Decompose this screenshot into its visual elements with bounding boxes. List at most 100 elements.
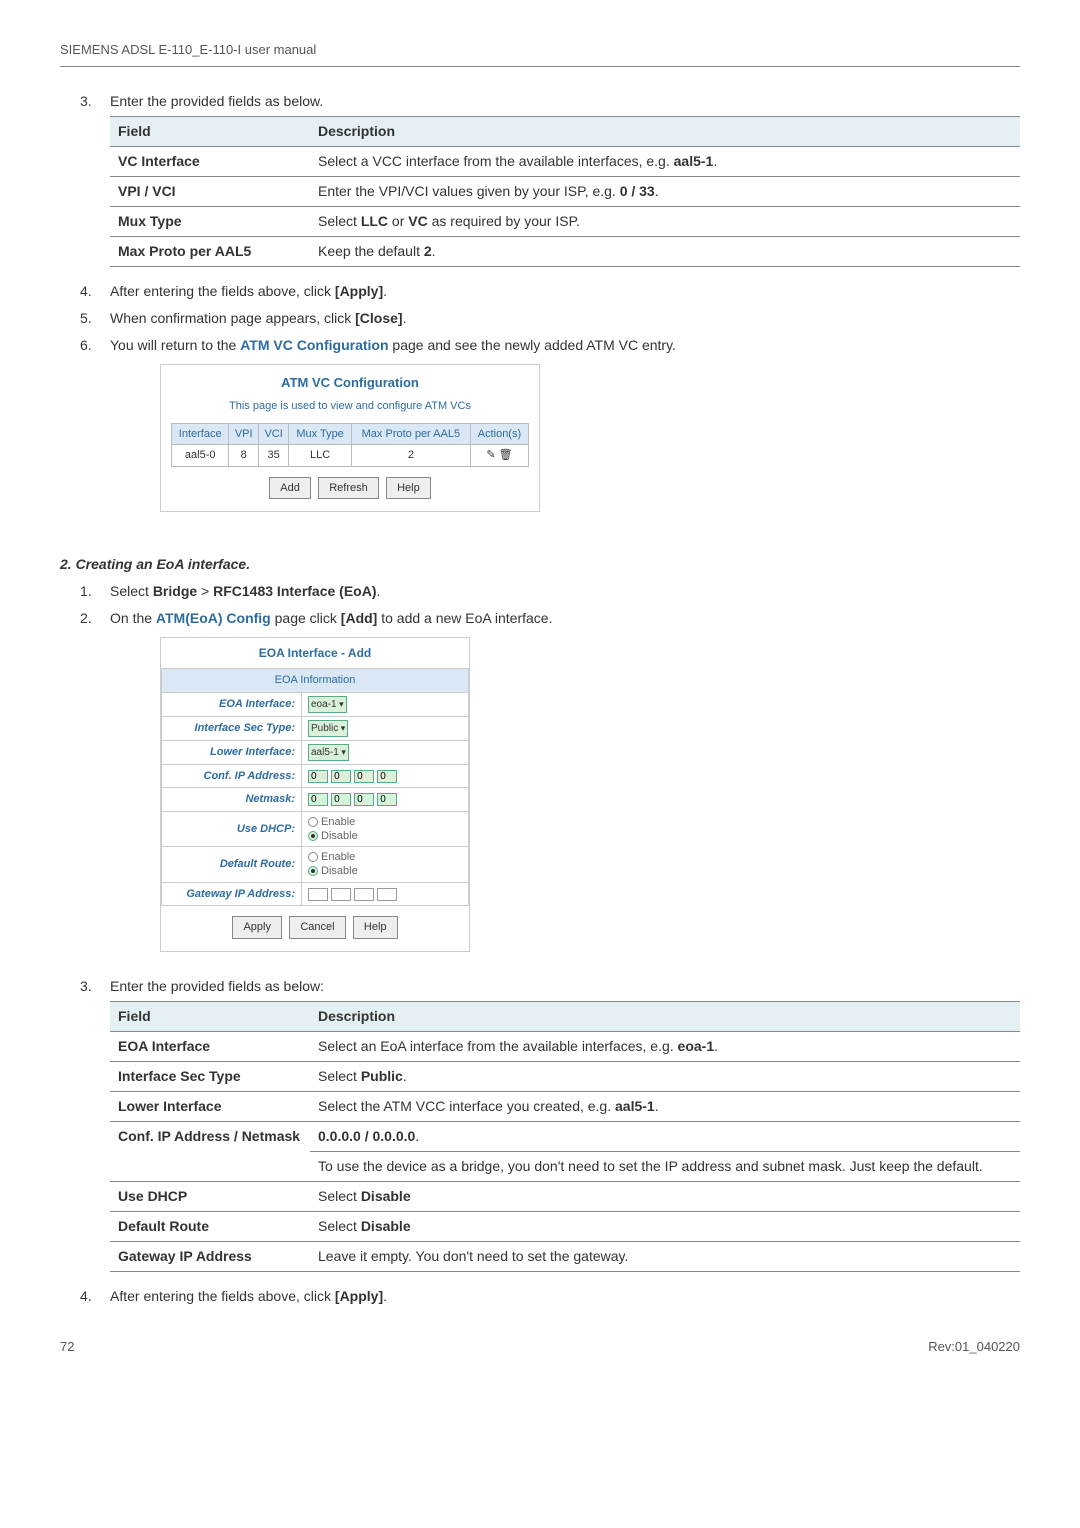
- cell: Select an EoA interface from the availab…: [310, 1031, 1020, 1061]
- th: Interface: [172, 423, 229, 445]
- help-button[interactable]: Help: [386, 477, 431, 500]
- text: .: [383, 283, 387, 299]
- cell: Max Proto per AAL5: [110, 236, 310, 266]
- label: Netmask:: [162, 788, 302, 812]
- cancel-button[interactable]: Cancel: [289, 916, 345, 939]
- refresh-button[interactable]: Refresh: [318, 477, 379, 500]
- help-button[interactable]: Help: [353, 916, 398, 939]
- th: Max Proto per AAL5: [351, 423, 470, 445]
- text: page and see the newly added ATM VC entr…: [389, 337, 676, 353]
- ip-inputs: [302, 764, 469, 788]
- gw-octet[interactable]: [377, 888, 397, 901]
- cell: Gateway IP Address: [110, 1241, 310, 1271]
- cell: Conf. IP Address / Netmask: [110, 1121, 310, 1181]
- step-number: 1.: [80, 581, 110, 602]
- cell: Enter the VPI/VCI values given by your I…: [310, 176, 1020, 206]
- th: VCI: [259, 423, 289, 445]
- panel-title: EOA Interface - Add: [161, 638, 469, 668]
- revision: Rev:01_040220: [928, 1337, 1020, 1357]
- panel-title: ATM VC Configuration: [171, 373, 529, 393]
- text: [Close]: [355, 310, 402, 326]
- cell: Select Disable: [310, 1211, 1020, 1241]
- label: Default Route:: [162, 847, 302, 883]
- vc-fields-table: Field Description VC InterfaceSelect a V…: [110, 116, 1020, 267]
- nm-octet[interactable]: [354, 793, 374, 806]
- nm-octet[interactable]: [377, 793, 397, 806]
- nm-octet[interactable]: [331, 793, 351, 806]
- ip-octet[interactable]: [308, 770, 328, 783]
- atm-vc-config-panel: ATM VC Configuration This page is used t…: [160, 364, 540, 513]
- cell: Default Route: [110, 1211, 310, 1241]
- cell: Keep the default 2.: [310, 236, 1020, 266]
- label: Interface Sec Type:: [162, 716, 302, 740]
- ip-octet[interactable]: [331, 770, 351, 783]
- radio-label: Enable: [321, 816, 355, 828]
- netmask-inputs: [302, 788, 469, 812]
- td: 8: [229, 445, 259, 467]
- cell: 0.0.0.0 / 0.0.0.0. To use the device as …: [310, 1121, 1020, 1181]
- apply-button[interactable]: Apply: [232, 916, 282, 939]
- th: Mux Type: [289, 423, 352, 445]
- ip-octet[interactable]: [377, 770, 397, 783]
- step-text: Enter the provided fields as below.: [110, 93, 323, 109]
- radio-label: Enable: [321, 851, 355, 863]
- add-button[interactable]: Add: [269, 477, 311, 500]
- gw-octet[interactable]: [354, 888, 374, 901]
- cell: Select a VCC interface from the availabl…: [310, 146, 1020, 176]
- text: .: [403, 310, 407, 326]
- page-number: 72: [60, 1337, 74, 1357]
- step-number: 4.: [80, 1286, 110, 1307]
- delete-icon[interactable]: 🗑: [499, 449, 513, 461]
- th-field: Field: [110, 1001, 310, 1031]
- text: Bridge: [153, 583, 197, 599]
- label: Conf. IP Address:: [162, 764, 302, 788]
- label: Lower Interface:: [162, 740, 302, 764]
- text: After entering the fields above, click: [110, 283, 335, 299]
- cell: EOA Interface: [110, 1031, 310, 1061]
- text: You will return to the: [110, 337, 240, 353]
- label: Gateway IP Address:: [162, 882, 302, 906]
- td: aal5-0: [172, 445, 229, 467]
- eoa-add-panel: EOA Interface - Add EOA Information EOA …: [160, 637, 470, 952]
- step-number: 2.: [80, 608, 110, 970]
- page-header: SIEMENS ADSL E-110_E-110-I user manual: [60, 40, 1020, 67]
- cell: Mux Type: [110, 206, 310, 236]
- ip-octet[interactable]: [354, 770, 374, 783]
- cell: VC Interface: [110, 146, 310, 176]
- section-title: 2. Creating an EoA interface.: [60, 554, 1020, 575]
- gw-octet[interactable]: [331, 888, 351, 901]
- text: RFC1483 Interface (EoA): [213, 583, 376, 599]
- link-text: ATM(EoA) Config: [156, 610, 271, 626]
- cell: Interface Sec Type: [110, 1061, 310, 1091]
- link-text: ATM VC Configuration: [240, 337, 388, 353]
- edit-icon[interactable]: ✎: [486, 449, 495, 461]
- th: VPI: [229, 423, 259, 445]
- nm-octet[interactable]: [308, 793, 328, 806]
- th: Action(s): [470, 423, 528, 445]
- td: 2: [351, 445, 470, 467]
- cell: Select Public.: [310, 1061, 1020, 1091]
- text: page click: [271, 610, 341, 626]
- step-number: 4.: [80, 281, 110, 302]
- panel-subtitle: This page is used to view and configure …: [171, 398, 529, 415]
- eoa-info-header: EOA Information: [162, 669, 469, 693]
- th-desc: Description: [310, 116, 1020, 146]
- dhcp-disable-radio[interactable]: [308, 831, 318, 841]
- step-text: Enter the provided fields as below:: [110, 978, 324, 994]
- cell: Select the ATM VCC interface you created…: [310, 1091, 1020, 1121]
- step-number: 6.: [80, 335, 110, 531]
- atm-vc-table: Interface VPI VCI Mux Type Max Proto per…: [171, 423, 529, 467]
- radio-label: Disable: [321, 865, 358, 877]
- cell: Select Disable: [310, 1181, 1020, 1211]
- step-number: 3.: [80, 976, 110, 1280]
- dhcp-enable-radio[interactable]: [308, 817, 318, 827]
- droute-disable-radio[interactable]: [308, 866, 318, 876]
- droute-enable-radio[interactable]: [308, 852, 318, 862]
- sec-type-select[interactable]: Public: [308, 720, 348, 737]
- lower-interface-select[interactable]: aal5-1: [308, 744, 349, 761]
- eoa-interface-select[interactable]: eoa-1: [308, 696, 347, 713]
- gw-inputs: [302, 882, 469, 906]
- gw-octet[interactable]: [308, 888, 328, 901]
- td: 35: [259, 445, 289, 467]
- step-number: 3.: [80, 91, 110, 275]
